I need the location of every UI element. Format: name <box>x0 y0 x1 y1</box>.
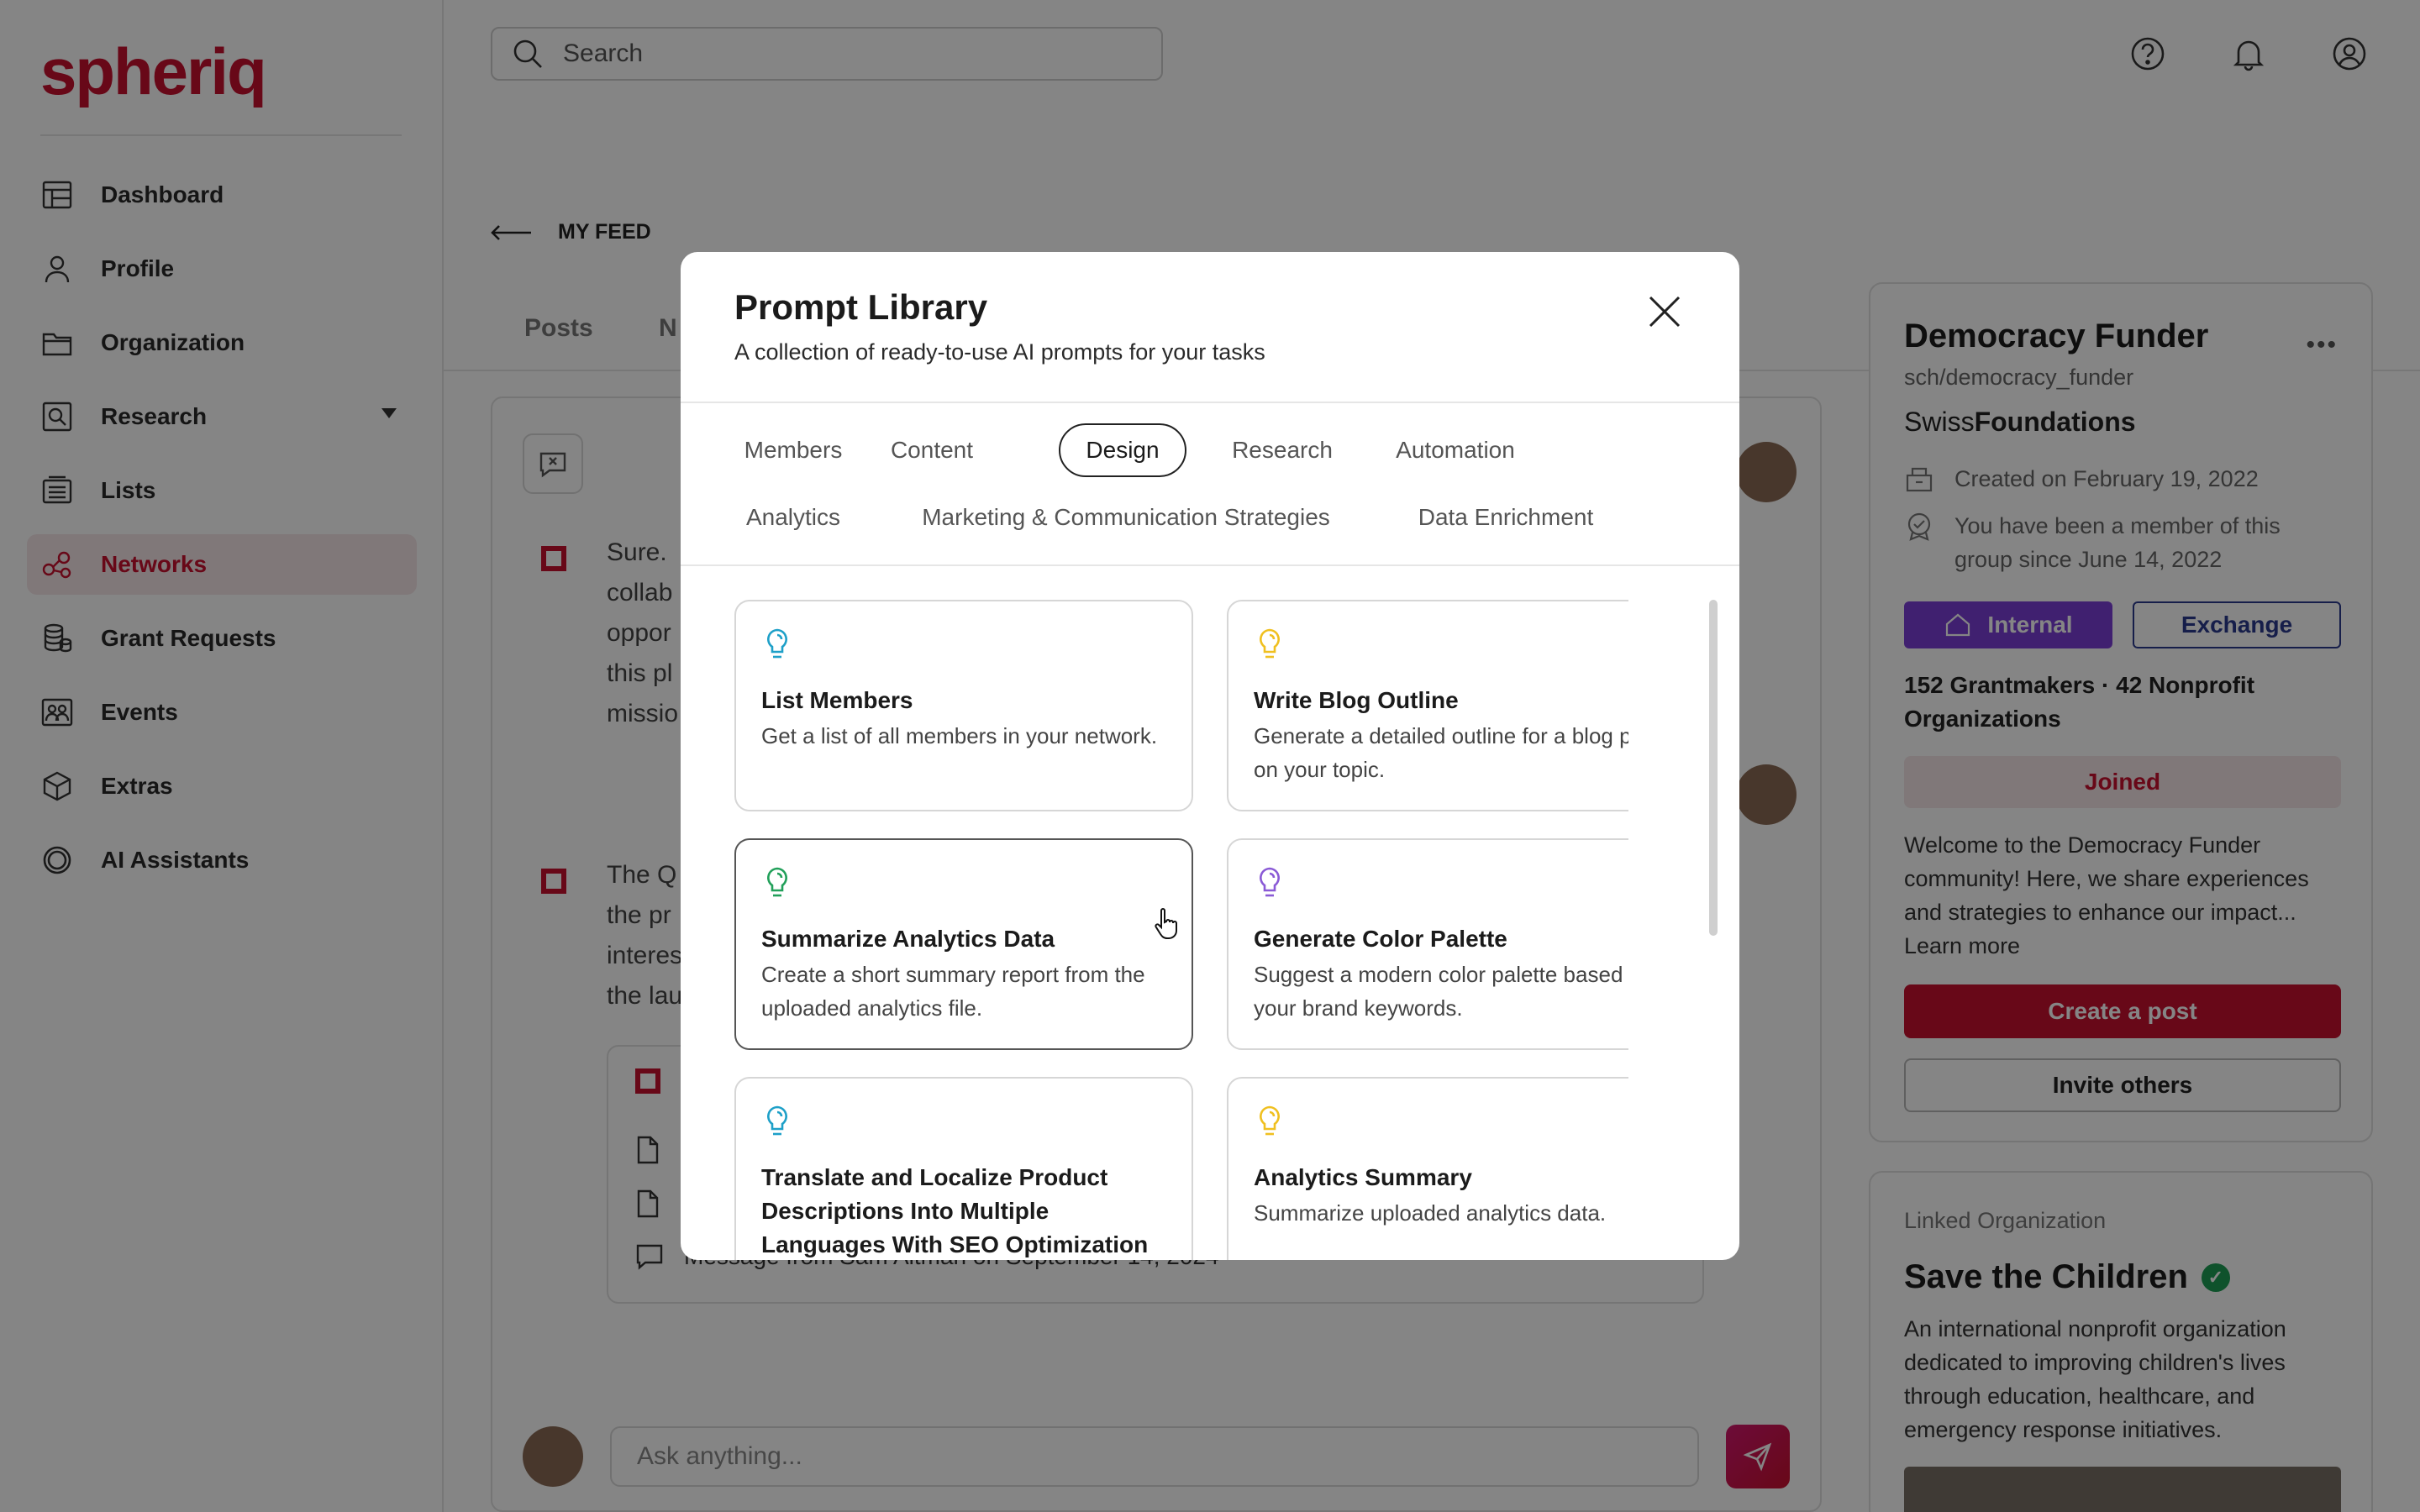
prompt-card-description: Create a short summary report from the u… <box>761 962 1145 1021</box>
prompt-card[interactable]: Generate Color Palette Suggest a modern … <box>1227 838 1628 1050</box>
modal-title: Prompt Library <box>734 287 988 327</box>
lightbulb-icon <box>761 627 793 664</box>
prompt-card-title: Write Blog Outline <box>1254 687 1459 713</box>
lightbulb-icon <box>761 865 793 902</box>
tab-automation[interactable]: Automation <box>1378 423 1533 477</box>
prompt-card-description: Suggest a modern color palette based on … <box>1254 962 1628 1021</box>
prompt-card-description: Summarize uploaded analytics data. <box>1254 1200 1607 1226</box>
close-icon[interactable] <box>1645 292 1684 331</box>
prompt-card-title: List Members <box>761 687 913 713</box>
tab-design[interactable]: Design <box>1059 423 1186 477</box>
tab-members[interactable]: Members <box>734 423 852 477</box>
prompt-card[interactable]: List Members Get a list of all members i… <box>734 600 1193 811</box>
tab-content[interactable]: Content <box>876 423 988 477</box>
prompt-card[interactable]: Translate and Localize Product Descripti… <box>734 1077 1193 1260</box>
scrollbar[interactable] <box>1709 600 1718 936</box>
tab-marketing[interactable]: Marketing & Communication Strategies <box>916 491 1336 544</box>
prompt-card-title: Analytics Summary <box>1254 1164 1472 1190</box>
prompt-library-modal: Prompt Library A collection of ready-to-… <box>681 252 1739 1260</box>
lightbulb-icon <box>1254 865 1286 902</box>
tab-analytics[interactable]: Analytics <box>734 491 852 544</box>
prompt-card-title: Generate Color Palette <box>1254 926 1507 952</box>
tab-research[interactable]: Research <box>1218 423 1346 477</box>
prompt-card-description: Get a list of all members in your networ… <box>761 723 1158 748</box>
prompt-card-title: Summarize Analytics Data <box>761 926 1055 952</box>
prompt-card-description: Generate a detailed outline for a blog p… <box>1254 723 1628 782</box>
prompt-card[interactable]: Summarize Analytics Data Create a short … <box>734 838 1193 1050</box>
modal-subtitle: A collection of ready-to-use AI prompts … <box>734 339 1265 365</box>
divider <box>681 402 1739 403</box>
divider <box>681 564 1739 566</box>
hand-cursor-icon <box>1155 908 1177 939</box>
lightbulb-icon <box>761 1104 793 1141</box>
tab-data-enrichment[interactable]: Data Enrichment <box>1405 491 1607 544</box>
prompt-card[interactable]: Analytics Summary Summarize uploaded ana… <box>1227 1077 1628 1260</box>
prompt-cards-grid: List Members Get a list of all members i… <box>734 600 1628 1260</box>
prompt-card[interactable]: Write Blog Outline Generate a detailed o… <box>1227 600 1628 811</box>
lightbulb-icon <box>1254 627 1286 664</box>
lightbulb-icon <box>1254 1104 1286 1141</box>
prompt-card-title: Translate and Localize Product Descripti… <box>761 1164 1149 1257</box>
